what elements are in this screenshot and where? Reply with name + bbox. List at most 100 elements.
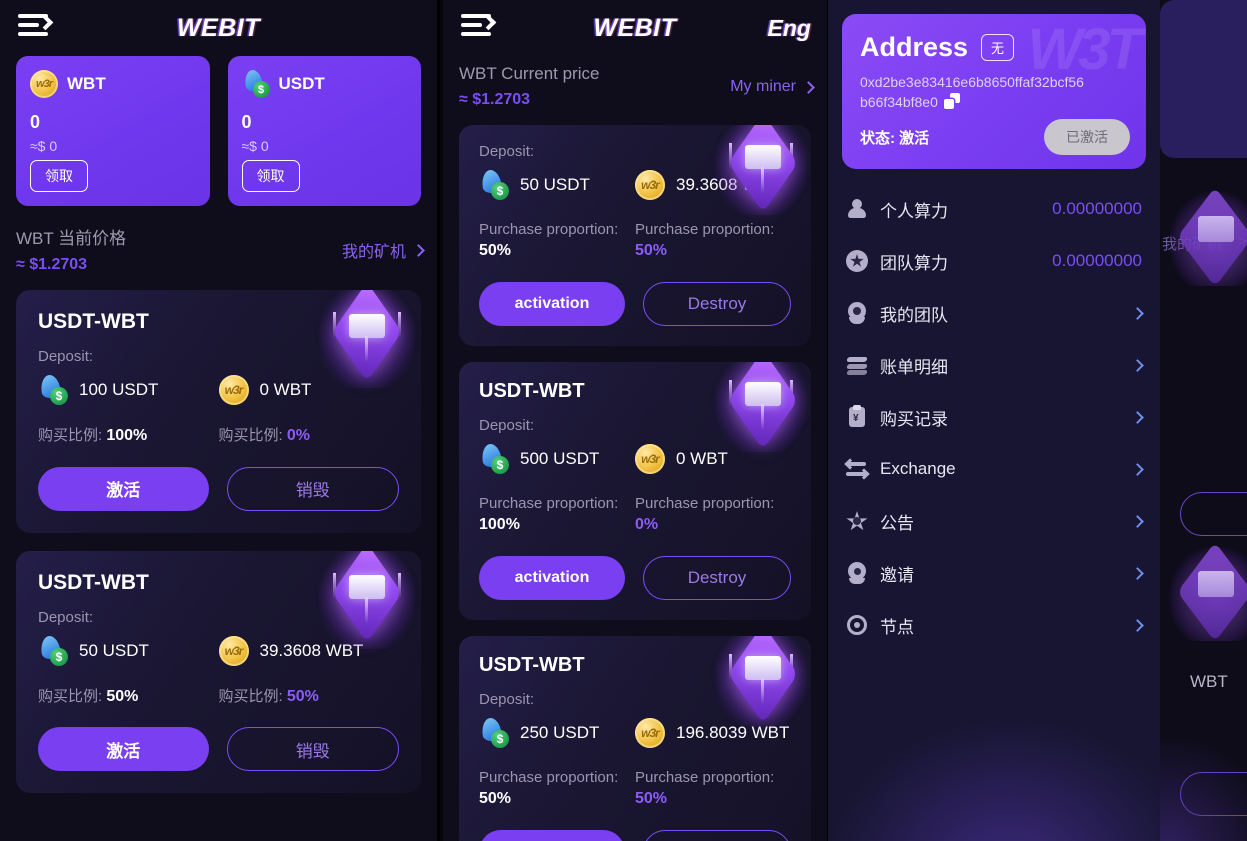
sidebar-item-label: 邀请	[880, 565, 914, 585]
sidebar-item-invite[interactable]: 邀请	[828, 547, 1160, 599]
my-miner-label: My miner	[730, 78, 796, 95]
destroy-button[interactable]: 销毁	[226, 727, 399, 772]
sidebar-item-announcement[interactable]: 公告	[828, 495, 1160, 547]
address-status-label: 状态:	[860, 129, 895, 147]
cube-illustration-icon	[715, 635, 807, 726]
activate-button[interactable]: activation	[479, 281, 625, 326]
proportion-label: Purchase proportion:	[635, 494, 775, 512]
deposit-usdt: $ 500 USDT	[479, 442, 635, 474]
purchase-proportions: 购买比例: 100% 购买比例: 0%	[38, 425, 399, 447]
sidebar-item-label: 团队算力	[880, 253, 948, 273]
deposit-label: Deposit:	[479, 416, 535, 434]
sidebar-item-personal-power[interactable]: 个人算力 0.00000000	[828, 183, 1160, 235]
sidebar-item-label: 公告	[880, 513, 914, 533]
destroy-button[interactable]: Destroy	[643, 281, 791, 326]
proportion-left: Purchase proportion: 100%	[479, 494, 635, 536]
proportion-left: 购买比例: 100%	[38, 425, 219, 447]
sidebar-item-exchange[interactable]: Exchange	[828, 443, 1160, 495]
proportion-label: 购买比例:	[218, 687, 283, 705]
background-wbt-label: WBT	[1190, 672, 1228, 691]
purchase-proportions: Purchase proportion: 100% Purchase propo…	[479, 494, 791, 536]
sidebar-item-label: 节点	[880, 617, 914, 637]
deposit-usdt-amount: 250 USDT	[520, 722, 600, 742]
usdt-coin-icon: $	[38, 634, 68, 666]
sidebar-item-purchase-record[interactable]: ¥ 购买记录	[828, 391, 1160, 443]
deposit-usdt: $ 50 USDT	[38, 634, 219, 666]
activate-button[interactable]: activation	[479, 829, 625, 841]
deposit-usdt: $ 100 USDT	[38, 373, 219, 405]
sidebar-item-value: 0.00000000	[1052, 199, 1142, 218]
sidebar-item-value: 0.00000000	[1052, 251, 1142, 270]
deposit-amounts: $ 50 USDT w3r 39.3608 WBT	[38, 634, 400, 666]
activate-button[interactable]: 激活	[38, 466, 209, 511]
activate-button[interactable]: activation	[479, 555, 625, 600]
deposit-wbt-amount: 196.8039 WBT	[676, 722, 790, 742]
activated-badge[interactable]: 已激活	[1044, 119, 1130, 155]
chevron-right-icon	[412, 243, 425, 257]
sidebar-item-label: 账单明细	[880, 357, 948, 377]
deposit-amounts: $ 250 USDT w3r 196.8039 WBT	[479, 716, 791, 748]
destroy-button[interactable]: Destroy	[643, 555, 791, 600]
deal-title: USDT-WBT	[479, 379, 585, 402]
my-miner-label: 我的矿机	[341, 244, 406, 261]
cube-illustration-icon	[715, 361, 807, 452]
wallet-card-wbt: w3r WBT 0 ≈$ 0 领取	[16, 56, 210, 206]
address-status: 状态: 激活	[860, 127, 929, 148]
my-miner-link[interactable]: My miner	[730, 78, 815, 96]
copy-icon[interactable]	[943, 93, 960, 110]
deposit-usdt: $ 250 USDT	[479, 716, 635, 748]
proportion-left: 购买比例: 50%	[38, 686, 219, 708]
language-switcher[interactable]: Eng	[768, 15, 811, 42]
usdt-coin-icon: $	[242, 68, 270, 98]
background-glow	[1160, 731, 1247, 841]
deal-actions: activation Destroy	[479, 829, 791, 841]
sidebar-item-label: Exchange	[880, 459, 956, 478]
deposit-amounts: $ 50 USDT w3r 39.3608 WBT	[479, 168, 791, 200]
wallet-symbol: USDT	[278, 74, 325, 93]
deposit-wbt-amount: 0 WBT	[676, 448, 728, 468]
chevron-right-icon	[1131, 462, 1144, 476]
wallet-address-value[interactable]: 0xd2be3e83416e6b8650ffaf32bcf56b66f34bf8…	[860, 72, 1085, 113]
destroy-button[interactable]: Destroy	[643, 829, 791, 841]
wbt-coin-icon: w3r	[635, 170, 665, 200]
deposit-wbt-amount: 39.3608 WBT	[259, 640, 364, 660]
deposit-wbt: w3r 0 WBT	[635, 443, 791, 474]
address-footer: 状态: 激活 已激活	[860, 119, 1130, 155]
record-icon: ¥	[846, 405, 868, 428]
address-card: W3T Address 无 0xd2be3e83416e6b8650ffaf32…	[842, 14, 1146, 169]
wbt-coin-icon: w3r	[635, 443, 665, 474]
deposit-usdt-amount: 500 USDT	[520, 448, 600, 468]
sidebar-item-label: 个人算力	[880, 201, 948, 221]
chevron-right-icon	[1131, 618, 1144, 632]
activate-button[interactable]: 激活	[38, 727, 209, 772]
cube-illustration-icon	[319, 290, 415, 388]
proportion-value: 50%	[635, 242, 668, 260]
deal-card: USDT-WBT Deposit: $ 100 USDT w3r 0 WBT 购…	[16, 290, 421, 533]
sidebar-glow	[828, 721, 1160, 841]
deposit-usdt: $ 50 USDT	[479, 168, 635, 200]
wallet-usd-value: ≈$ 0	[241, 138, 269, 154]
proportion-label: Purchase proportion:	[635, 221, 775, 238]
sidebar-item-node[interactable]: 节点	[828, 599, 1160, 651]
destroy-button[interactable]: 销毁	[226, 466, 399, 511]
background-cube-icon	[1168, 190, 1247, 286]
claim-button-usdt[interactable]: 领取	[241, 160, 300, 192]
my-miner-link[interactable]: 我的矿机	[341, 238, 425, 262]
usdt-coin-icon: $	[479, 716, 509, 748]
deal-actions: activation Destroy	[479, 555, 791, 600]
proportion-right: Purchase proportion: 50%	[635, 768, 791, 810]
address-status-value: 激活	[899, 129, 930, 147]
proportion-label: Purchase proportion:	[479, 494, 619, 512]
sidebar-item-team-power[interactable]: 团队算力 0.00000000	[828, 235, 1160, 287]
deposit-usdt-amount: 100 USDT	[79, 380, 159, 399]
deal-title: USDT-WBT	[38, 310, 149, 333]
wallet-header: $ USDT	[242, 68, 408, 98]
deposit-wbt: w3r 39.3608 WBT	[218, 635, 400, 666]
node-icon	[846, 614, 868, 636]
chevron-right-icon	[1131, 306, 1144, 320]
sidebar-item-bill-details[interactable]: 账单明细	[828, 339, 1160, 391]
sidebar-item-my-team[interactable]: 我的团队	[828, 287, 1160, 339]
claim-button-wbt[interactable]: 领取	[30, 160, 88, 192]
deposit-label: Deposit:	[38, 348, 94, 365]
deposit-usdt-amount: 50 USDT	[79, 640, 149, 660]
